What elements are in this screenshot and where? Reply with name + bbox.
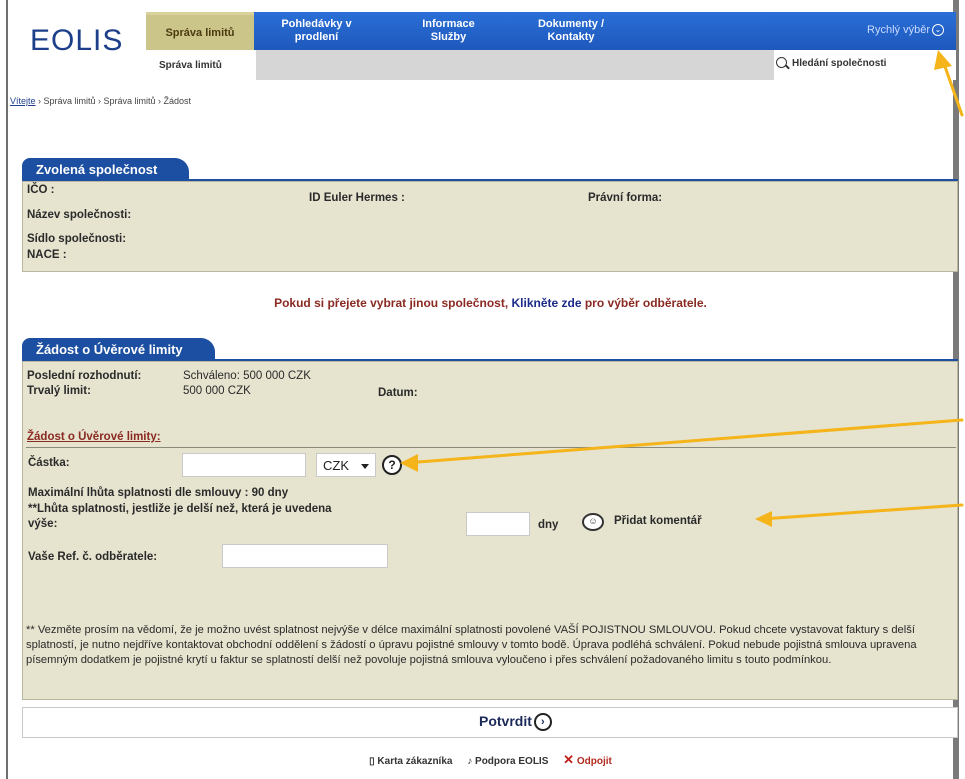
permanent-limit-label: Trvalý limit:: [27, 385, 91, 397]
tab-sprava-limitu[interactable]: Správa limitů: [146, 12, 254, 50]
breadcrumb-home-link[interactable]: Vítejte: [10, 96, 36, 106]
add-comment-link[interactable]: Přidat komentář: [614, 515, 702, 527]
footer: ▯ Karta zákazníka ♪ Podpora EOLIS ✕ Odpo…: [8, 752, 965, 768]
id-euler-hermes-label: ID Euler Hermes :: [309, 192, 405, 204]
confirm-button[interactable]: Potvrdit ›: [479, 713, 552, 732]
permanent-limit-value: 500 000 CZK: [183, 385, 251, 397]
subtab-sprava-limitu[interactable]: Správa limitů: [146, 50, 256, 80]
request-section-title: Žádost o Úvěrové limity:: [27, 431, 161, 443]
company-panel: IČO : ID Euler Hermes : Právní forma: Ná…: [22, 181, 958, 272]
limit-panel-title: Žádost o Úvěrové limity: [22, 338, 215, 360]
date-label: Datum:: [378, 387, 418, 399]
company-name-label: Název společnosti:: [27, 209, 132, 221]
tab-dokumenty[interactable]: Dokumenty / Kontakty: [516, 18, 626, 44]
main-navbar: Správa limitů Pohledávky v prodlení Infor…: [146, 12, 956, 50]
page-frame: EOLIS Správa limitů Pohledávky v prodlení…: [6, 0, 959, 779]
arrow-right-icon: ›: [533, 713, 552, 732]
max-term-text: Maximální lhůta splatnosti dle smlouvy :…: [28, 487, 289, 499]
breadcrumb: Vítejte › Správa limitů › Správa limitů …: [10, 96, 191, 106]
nace-label: NACE :: [27, 249, 67, 261]
days-label: dny: [538, 519, 559, 531]
company-search-link[interactable]: Hledání společnosti: [774, 50, 956, 80]
ico-label: IČO :: [27, 184, 55, 196]
term-notice: ** Vezměte prosím na vědomí, že je možno…: [26, 624, 917, 666]
sub-navbar: Správa limitů Hledání společnosti: [146, 50, 956, 80]
section-separator: [26, 447, 956, 448]
customer-card-link[interactable]: ▯ Karta zákazníka: [369, 756, 452, 767]
logo-text: EOLIS: [30, 24, 124, 57]
reference-label: Vaše Ref. č. odběratele:: [28, 551, 158, 563]
choose-company-line: Pokud si přejete vybrat jinou společnost…: [274, 296, 707, 310]
last-decision-value: Schváleno: 500 000 CZK: [183, 370, 311, 382]
legal-form-label: Právní forma:: [588, 192, 663, 204]
reference-input[interactable]: [222, 544, 388, 568]
amount-label: Částka:: [28, 457, 70, 469]
company-panel-title: Zvolená společnost: [22, 158, 190, 180]
search-icon: [776, 57, 787, 68]
term-label-line2: výše:: [28, 518, 58, 530]
comment-icon[interactable]: ☺: [582, 513, 604, 531]
term-label-line1: **Lhůta splatnosti, jestliže je delší ne…: [28, 503, 332, 515]
close-icon: ✕: [563, 752, 575, 767]
last-decision-label: Poslední rozhodnutí:: [27, 370, 142, 382]
breadcrumb-path: › Správa limitů › Správa limitů › Žádost: [35, 96, 192, 106]
eolis-support-link[interactable]: ♪ Podpora EOLIS: [467, 756, 548, 767]
help-icon[interactable]: ?: [382, 455, 402, 475]
currency-select[interactable]: CZK: [316, 453, 376, 477]
quick-select-button[interactable]: Rychlý výběr ⌄: [867, 24, 944, 37]
company-seat-label: Sídlo společnosti:: [27, 233, 127, 245]
confirm-row: Potvrdit ›: [22, 707, 958, 738]
tab-informace[interactable]: Informace Služby: [401, 18, 496, 44]
choose-company-link[interactable]: Klikněte zde: [511, 296, 581, 310]
tab-pohledavky[interactable]: Pohledávky v prodlení: [264, 18, 369, 44]
eolis-logo[interactable]: EOLIS: [8, 14, 146, 66]
amount-input[interactable]: [182, 453, 306, 477]
logout-link[interactable]: ✕ Odpojit: [563, 752, 612, 767]
payment-term-input[interactable]: [466, 512, 530, 536]
chevron-down-icon: [361, 464, 369, 469]
chevron-down-icon: ⌄: [932, 24, 944, 37]
